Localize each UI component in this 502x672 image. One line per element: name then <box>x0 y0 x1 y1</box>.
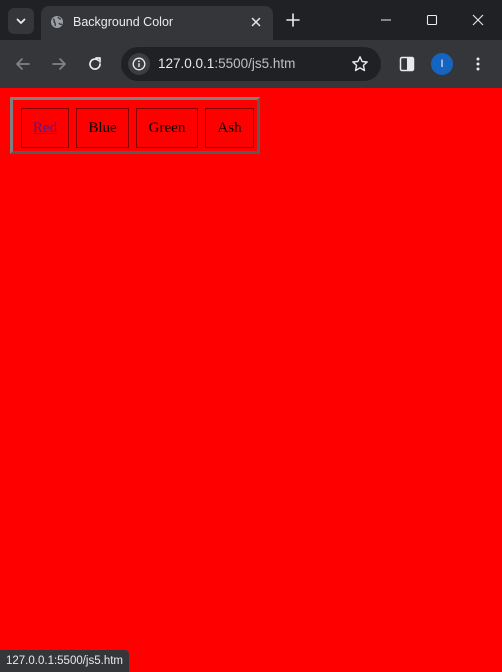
browser-toolbar: 127.0.0.1:5500/js5.htm <box>0 40 502 88</box>
url-path: :5500/js5.htm <box>214 56 296 71</box>
maximize-button[interactable] <box>420 8 444 32</box>
bookmark-star-icon[interactable] <box>351 55 369 73</box>
new-tab-icon[interactable] <box>283 10 303 30</box>
status-bar: 127.0.0.1:5500/js5.htm <box>0 650 129 672</box>
globe-icon <box>51 16 63 28</box>
side-panel-icon <box>399 56 415 72</box>
tab-active[interactable]: Background Color <box>41 6 273 40</box>
url-text[interactable]: 127.0.0.1:5500/js5.htm <box>158 56 295 71</box>
color-button-ash[interactable]: Ash <box>205 108 254 148</box>
menu-button[interactable] <box>467 53 489 75</box>
address-bar[interactable]: 127.0.0.1:5500/js5.htm <box>121 47 381 81</box>
color-button-green[interactable]: Green <box>136 108 198 148</box>
back-button[interactable] <box>12 53 34 75</box>
side-panel-button[interactable] <box>396 53 418 75</box>
reload-icon <box>89 57 101 70</box>
page-viewport: Red Blue Green Ash <box>0 88 502 672</box>
maximize-icon <box>426 14 438 26</box>
tab-title: Background Color <box>73 15 174 29</box>
tab-strip: Background Color <box>0 0 502 40</box>
site-info-button[interactable] <box>128 53 150 75</box>
color-button-blue[interactable]: Blue <box>76 108 129 148</box>
arrow-left-icon <box>16 58 30 70</box>
close-icon <box>472 14 484 26</box>
tab-search-button[interactable] <box>8 8 34 34</box>
more-vertical-icon <box>476 57 480 71</box>
close-window-button[interactable] <box>466 8 490 32</box>
minimize-icon <box>381 19 391 21</box>
url-host: 127.0.0.1 <box>158 56 215 71</box>
browser-window: Background Color 127.0.0.1:5500/js5.htm … <box>0 0 502 672</box>
reload-button[interactable] <box>84 53 106 75</box>
arrow-right-icon <box>52 58 66 70</box>
chevron-down-icon <box>16 18 26 24</box>
info-icon <box>132 57 146 71</box>
minimize-button[interactable] <box>374 8 398 32</box>
color-button-table: Red Blue Green Ash <box>10 97 260 154</box>
color-button-red[interactable]: Red <box>21 108 69 148</box>
profile-avatar[interactable]: I <box>431 53 453 75</box>
close-tab-icon[interactable] <box>249 15 263 29</box>
red-link[interactable]: Red <box>33 120 57 137</box>
forward-button[interactable] <box>48 53 70 75</box>
